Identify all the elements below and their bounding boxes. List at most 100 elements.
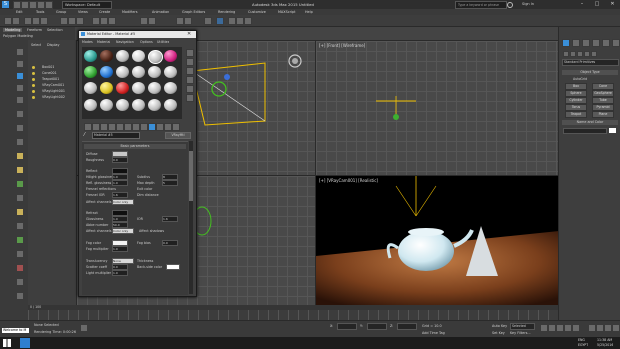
scrollbar-thumb[interactable] bbox=[189, 151, 193, 201]
taskbar-language[interactable]: ENG bbox=[578, 338, 585, 342]
list-item[interactable]: VRayLight002 bbox=[42, 95, 65, 99]
menu-animation[interactable]: Animation bbox=[152, 10, 169, 14]
sample-slot[interactable] bbox=[132, 99, 145, 111]
pan-icon[interactable] bbox=[596, 324, 604, 332]
options-icon[interactable] bbox=[186, 94, 194, 102]
y-coord-field[interactable] bbox=[367, 323, 387, 330]
maxscript-listener[interactable]: Welcome to M bbox=[2, 328, 29, 333]
sample-slot[interactable] bbox=[100, 66, 113, 78]
object-name-field[interactable] bbox=[563, 128, 607, 134]
go-forward-icon[interactable] bbox=[172, 123, 180, 131]
app-logo-icon[interactable]: S bbox=[2, 1, 9, 8]
object-type-rollout[interactable]: Object Type bbox=[562, 70, 618, 75]
object-color-swatch[interactable] bbox=[609, 128, 616, 133]
create-tab-icon[interactable] bbox=[562, 39, 570, 47]
maximize-button[interactable]: □ bbox=[590, 0, 604, 8]
explorer-tool-icon-6[interactable] bbox=[16, 110, 24, 118]
ior-spinner[interactable]: 1.6 bbox=[162, 216, 178, 222]
material-id-icon[interactable] bbox=[140, 123, 148, 131]
teapot-button[interactable]: Teapot bbox=[565, 111, 587, 118]
material-editor-icon[interactable] bbox=[216, 17, 224, 25]
select-by-name-icon[interactable] bbox=[68, 17, 76, 25]
go-to-start-icon[interactable] bbox=[540, 324, 548, 332]
next-frame-icon[interactable] bbox=[564, 324, 572, 332]
material-name-field[interactable]: Material #5 bbox=[92, 132, 140, 139]
sample-slot[interactable] bbox=[164, 99, 177, 111]
explorer-tool-icon-14[interactable] bbox=[16, 222, 24, 230]
copy-material-icon[interactable] bbox=[116, 123, 124, 131]
list-item[interactable]: VRayLight001 bbox=[42, 89, 65, 93]
explorer-tab-display[interactable]: Display bbox=[47, 43, 60, 47]
helpers-icon[interactable] bbox=[591, 51, 597, 57]
key-mode-dropdown[interactable]: Selected bbox=[510, 323, 535, 330]
lights-icon[interactable] bbox=[577, 51, 583, 57]
sample-slot[interactable] bbox=[84, 82, 97, 94]
new-file-icon[interactable] bbox=[13, 1, 21, 9]
sample-slot[interactable] bbox=[148, 66, 161, 78]
explorer-tool-icon-5[interactable] bbox=[16, 96, 24, 104]
region-select-icon[interactable] bbox=[76, 17, 84, 25]
refract-affect-channels-dropdown[interactable]: Color only bbox=[112, 228, 134, 234]
fresnel-checkbox[interactable]: Fresnel reflections bbox=[86, 187, 116, 191]
sample-slot[interactable] bbox=[84, 50, 97, 62]
make-unique-icon[interactable] bbox=[124, 123, 132, 131]
list-item[interactable]: Cone001 bbox=[42, 71, 57, 75]
lock-selection-icon[interactable] bbox=[80, 324, 88, 332]
motion-tab-icon[interactable] bbox=[592, 39, 600, 47]
link-icon[interactable] bbox=[24, 17, 32, 25]
eye-icon[interactable] bbox=[32, 84, 35, 87]
explorer-tool-icon-2[interactable] bbox=[16, 60, 24, 68]
me-menu-modes[interactable]: Modes bbox=[82, 40, 93, 44]
eyedropper-icon[interactable]: ⁄ bbox=[84, 133, 89, 138]
go-to-end-icon[interactable] bbox=[572, 324, 580, 332]
x-coord-field[interactable] bbox=[337, 323, 357, 330]
angle-snap-icon[interactable] bbox=[148, 17, 156, 25]
sample-slot[interactable] bbox=[100, 82, 113, 94]
redo-tool-icon[interactable] bbox=[12, 17, 20, 25]
eye-icon[interactable] bbox=[32, 66, 35, 69]
tube-button[interactable]: Tube bbox=[592, 97, 614, 104]
explorer-tool-icon-7[interactable] bbox=[16, 124, 24, 132]
set-key-button[interactable]: Set Key bbox=[492, 331, 505, 335]
add-time-tag-button[interactable]: Add Time Tag bbox=[422, 331, 445, 335]
utilities-tab-icon[interactable] bbox=[612, 39, 620, 47]
assign-material-icon[interactable] bbox=[100, 123, 108, 131]
start-button[interactable] bbox=[3, 339, 11, 347]
menu-rendering[interactable]: Rendering bbox=[218, 10, 235, 14]
explorer-tool-icon-3[interactable] bbox=[16, 72, 24, 80]
curve-editor-icon[interactable] bbox=[204, 17, 212, 25]
pyramid-button[interactable]: Pyramid bbox=[592, 104, 614, 111]
viewport-bottom-right[interactable]: [+] [VRayCam001] [Realistic] bbox=[315, 175, 560, 307]
max-depth-spinner[interactable]: 5 bbox=[162, 180, 178, 186]
maximize-viewport-icon[interactable] bbox=[612, 324, 620, 332]
backlight-icon[interactable] bbox=[186, 58, 194, 66]
select-object-icon[interactable] bbox=[60, 17, 68, 25]
show-map-icon[interactable] bbox=[148, 123, 156, 131]
menu-maxscript[interactable]: MAXScript bbox=[278, 10, 295, 14]
render-frame-icon[interactable] bbox=[236, 17, 244, 25]
go-to-parent-icon[interactable] bbox=[164, 123, 172, 131]
display-tab-icon[interactable] bbox=[602, 39, 610, 47]
previous-frame-icon[interactable] bbox=[548, 324, 556, 332]
modify-tab-icon[interactable] bbox=[572, 39, 580, 47]
explorer-tool-icon-12[interactable] bbox=[16, 194, 24, 202]
affect-channels-dropdown[interactable]: Color only bbox=[112, 199, 134, 205]
cylinder-button[interactable]: Cylinder bbox=[565, 97, 587, 104]
explorer-tool-icon-1[interactable] bbox=[16, 48, 24, 56]
uv-tiling-icon[interactable] bbox=[186, 76, 194, 84]
menu-create[interactable]: Create bbox=[99, 10, 110, 14]
reset-map-icon[interactable] bbox=[108, 123, 116, 131]
search-icon[interactable] bbox=[507, 2, 513, 8]
render-production-icon[interactable] bbox=[244, 17, 252, 25]
explorer-tool-icon-15[interactable] bbox=[16, 236, 24, 244]
minimize-button[interactable]: – bbox=[575, 0, 589, 8]
sample-slot[interactable] bbox=[148, 82, 161, 94]
taskbar-date[interactable]: 5/25/2016 bbox=[597, 343, 613, 347]
fog-bias-spinner[interactable]: 0.0 bbox=[162, 240, 178, 246]
me-menu-options[interactable]: Options bbox=[140, 40, 153, 44]
box-button[interactable]: Box bbox=[565, 83, 587, 90]
menu-graph-editors[interactable]: Graph Editors bbox=[182, 10, 205, 14]
menu-help[interactable]: Help bbox=[305, 10, 313, 14]
sample-slot[interactable] bbox=[132, 50, 145, 62]
cameras-icon[interactable] bbox=[584, 51, 590, 57]
